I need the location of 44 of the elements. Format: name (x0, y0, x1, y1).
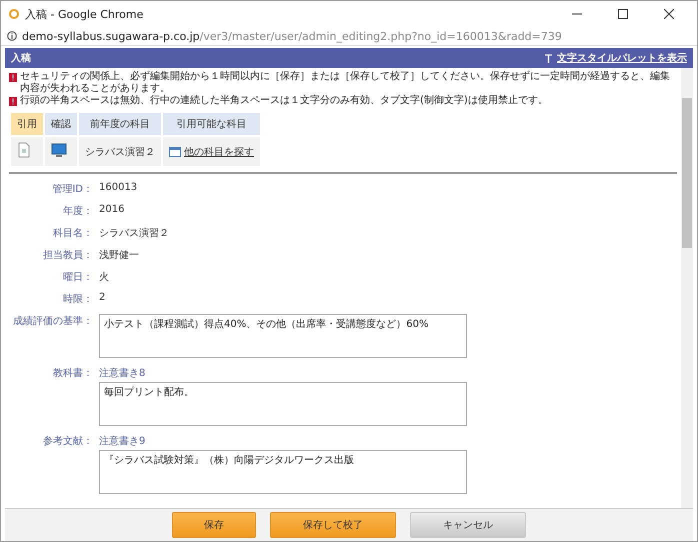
field-value: 2 (99, 292, 106, 303)
field-value: 浅野健一 (99, 248, 139, 262)
field-value: シラバス演習２ (99, 226, 169, 240)
text-area[interactable]: 『シラバス試験対策』（株）向陽デジタルワークス出版 (99, 450, 467, 494)
field-note: 注意書き9 (99, 434, 146, 448)
field-value: 160013 (99, 182, 138, 193)
field-label: 科目名： (52, 226, 93, 240)
info-icon[interactable] (7, 31, 17, 41)
subject-name: シラバス演習２ (85, 146, 155, 158)
url[interactable]: demo-syllabus.sugawara-p.co.jp/ver3/master/user/admin_editing2.php?no_id=160013&radd=739 (22, 30, 562, 42)
column-header[interactable]: 確認 (45, 113, 77, 135)
text-style-icon[interactable] (544, 54, 553, 62)
warning-text: 行頭の半角スペースは無効、行中の連続した半角スペースは１文字分のみ有効、タブ文字(制御文字)は使用禁止です。 (20, 95, 548, 107)
field-label: 参考文献： (42, 434, 93, 448)
app-icon (9, 9, 19, 19)
column-header[interactable]: 前年度の科目 (79, 113, 161, 135)
document-icon[interactable] (17, 142, 31, 158)
field-value: 火 (99, 270, 109, 284)
field-note: 注意書き8 (99, 366, 146, 380)
cancel-button[interactable]: キャンセル (410, 512, 526, 538)
field-label: 年度： (62, 204, 93, 218)
field-label: 担当教員： (42, 248, 93, 262)
warning-icon (9, 97, 17, 106)
text-area[interactable]: 小テスト（課程測試）得点40%、その他（出席率・受講態度など）60% (99, 314, 467, 358)
window-title: 入稿 - Google Chrome (25, 6, 144, 22)
column-header[interactable]: 引用 (11, 113, 43, 135)
save-button[interactable]: 保存 (172, 512, 256, 538)
column-header[interactable]: 引用可能な科目 (163, 113, 260, 135)
monitor-icon[interactable] (51, 142, 67, 158)
warning-icon (9, 73, 17, 82)
panel-title: 入稿 (11, 52, 31, 65)
field-label: 時限： (62, 292, 93, 306)
warning-text: セキュリティの関係上、必ず編集開始から１時間以内に［保存］または［保存して校了］してください。保存せずに一定時間が経過すると、編集内容が失われることがあります。 (20, 71, 671, 94)
text-area[interactable]: 毎回プリント配布。 (99, 382, 467, 426)
save-button[interactable]: 保存して校了 (270, 512, 396, 538)
palette-link[interactable]: 文字スタイルパレットを表示 (544, 51, 687, 65)
field-label: 教科書： (52, 366, 93, 380)
maximize-icon[interactable] (618, 9, 628, 19)
field-label: 管理ID： (51, 183, 93, 196)
field-value: 2016 (99, 204, 124, 215)
window-icon[interactable] (169, 146, 181, 156)
field-label: 成績評価の基準： (12, 314, 93, 328)
close-icon[interactable] (664, 9, 674, 19)
field-label: 曜日： (62, 271, 93, 284)
